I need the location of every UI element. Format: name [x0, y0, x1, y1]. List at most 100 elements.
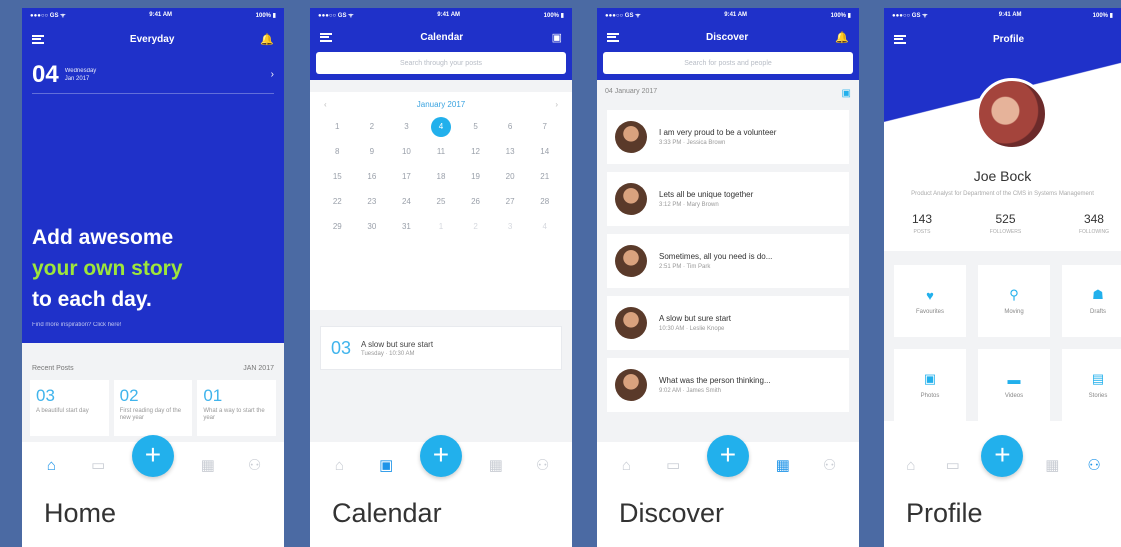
post-item[interactable]: Lets all be unique together 3:12 PM · Mar…	[607, 172, 849, 226]
calendar-icon[interactable]: ▭	[660, 456, 686, 474]
menu-icon[interactable]	[894, 34, 906, 44]
status-bar: ●●●○○ GS ᯤ 9:41 AM 100% ▮	[22, 8, 284, 22]
stat-following[interactable]: 348 FOLLOWING	[1079, 212, 1109, 235]
calendar-day[interactable]: 3	[389, 117, 424, 137]
profile-tile[interactable]: ▬ Videos	[978, 349, 1050, 421]
grid-icon[interactable]: ▦	[770, 456, 796, 474]
calendar-day[interactable]: 10	[389, 142, 424, 162]
calendar-icon[interactable]: ▣	[842, 88, 851, 99]
calendar-day[interactable]: 30	[355, 217, 390, 237]
home-icon[interactable]: ⌂	[613, 457, 639, 474]
bell-icon[interactable]: 🔔	[260, 33, 274, 46]
calendar-day[interactable]: 23	[355, 192, 390, 212]
post-card[interactable]: 03 A beautiful start day	[30, 380, 109, 436]
chevron-left-icon[interactable]: ‹	[324, 100, 327, 109]
day-label: 24	[401, 197, 411, 206]
post-item[interactable]: What was the person thinking... 9:02 AM ·…	[607, 358, 849, 412]
calendar-day[interactable]: 6	[493, 117, 528, 137]
calendar-icon[interactable]: ▣	[373, 456, 399, 474]
post-card[interactable]: 01 What a way to start the year	[197, 380, 277, 436]
grid-icon[interactable]: ▦	[195, 456, 221, 474]
stat-followers[interactable]: 525 FOLLOWERS	[990, 212, 1021, 235]
recent-posts-label: Recent Posts	[32, 365, 74, 372]
avatar[interactable]	[615, 121, 647, 153]
post-item[interactable]: A slow but sure start 10:30 AM · Leslie K…	[607, 296, 849, 350]
avatar[interactable]	[615, 307, 647, 339]
calendar-day[interactable]: 1	[424, 217, 459, 237]
calendar-day[interactable]: 29	[320, 217, 355, 237]
add-button[interactable]: +	[419, 435, 462, 477]
post-item[interactable]: Sometimes, all you need is do... 2:51 PM …	[607, 234, 849, 288]
calendar-day[interactable]: 15	[320, 167, 355, 187]
menu-icon[interactable]	[607, 32, 619, 42]
calendar-day[interactable]: 28	[527, 192, 562, 212]
add-button[interactable]: +	[706, 435, 749, 477]
search-input[interactable]: Search through your posts	[316, 52, 566, 74]
avatar[interactable]	[976, 78, 1048, 150]
calendar-icon[interactable]: ▭	[85, 456, 111, 474]
calendar-day[interactable]: 2	[355, 117, 390, 137]
user-icon[interactable]: ⚇	[817, 456, 843, 474]
add-button[interactable]: +	[981, 435, 1024, 477]
post-item[interactable]: I am very proud to be a volunteer 3:33 PM…	[607, 110, 849, 164]
calendar-day[interactable]: 14	[527, 142, 562, 162]
calendar-day[interactable]: 24	[389, 192, 424, 212]
avatar[interactable]	[615, 183, 647, 215]
inspiration-link[interactable]: Find more inspiration? Click here!	[32, 322, 121, 328]
calendar-day[interactable]: 22	[320, 192, 355, 212]
calendar-day[interactable]: 19	[458, 167, 493, 187]
post-card[interactable]: 02 First reading day of the new year	[113, 380, 193, 436]
home-icon[interactable]: ⌂	[326, 457, 352, 474]
home-icon[interactable]: ⌂	[38, 457, 64, 474]
profile-tile[interactable]: ☗ Drafts	[1062, 265, 1121, 337]
calendar-day[interactable]: 16	[355, 167, 390, 187]
user-icon[interactable]: ⚇	[242, 456, 268, 474]
grid-icon[interactable]: ▦	[1039, 456, 1065, 474]
calendar-day[interactable]: 25	[424, 192, 459, 212]
calendar-day[interactable]: 1	[320, 117, 355, 137]
calendar-day[interactable]: 2	[458, 217, 493, 237]
profile-tile[interactable]: ▣ Photos	[894, 349, 966, 421]
calendar-day[interactable]: 8	[320, 142, 355, 162]
stat-posts[interactable]: 143 POSTS	[912, 212, 932, 235]
calendar-day[interactable]: 21	[527, 167, 562, 187]
grid-icon[interactable]: ▦	[483, 456, 509, 474]
calendar-day[interactable]: 3	[493, 217, 528, 237]
profile-tile[interactable]: ▤ Stories	[1062, 349, 1121, 421]
search-input[interactable]: Search for posts and people	[603, 52, 853, 74]
calendar-day[interactable]: 18	[424, 167, 459, 187]
home-icon[interactable]: ⌂	[898, 457, 924, 474]
calendar-day[interactable]: 12	[458, 142, 493, 162]
calendar-icon[interactable]: ▭	[940, 456, 966, 474]
menu-icon[interactable]	[32, 34, 44, 44]
bell-icon[interactable]: 🔔	[835, 31, 849, 44]
calendar-day[interactable]: 13	[493, 142, 528, 162]
calendar-day[interactable]: 26	[458, 192, 493, 212]
calendar-day[interactable]: 5	[458, 117, 493, 137]
calendar-day[interactable]: 31	[389, 217, 424, 237]
profile-tile[interactable]: ♥ Favourites	[894, 265, 966, 337]
calendar-day[interactable]: 11	[424, 142, 459, 162]
user-icon[interactable]: ⚇	[1081, 456, 1107, 474]
avatar[interactable]	[615, 369, 647, 401]
calendar-day[interactable]: 4	[424, 117, 459, 137]
calendar-day[interactable]: 27	[493, 192, 528, 212]
date-selector[interactable]: 04 Wednesday Jan 2017 ›	[32, 56, 274, 94]
calendar-day[interactable]: 9	[355, 142, 390, 162]
chevron-right-icon[interactable]: ›	[555, 100, 558, 109]
user-icon[interactable]: ⚇	[530, 456, 556, 474]
calendar-icon[interactable]: ▣	[552, 31, 562, 44]
calendar-day[interactable]: 20	[493, 167, 528, 187]
calendar-day[interactable]: 7	[527, 117, 562, 137]
add-button[interactable]: +	[131, 435, 174, 477]
day-label: 12	[471, 147, 481, 156]
profile-tile[interactable]: ⚲ Moving	[978, 265, 1050, 337]
profile-tiles: ♥ Favourites ⚲ Moving ☗ Drafts ▣ Photos ▬ Videos ▤…	[884, 251, 1121, 421]
chevron-right-icon[interactable]: ›	[271, 69, 274, 80]
avatar[interactable]	[615, 245, 647, 277]
calendar-day[interactable]: 4	[527, 217, 562, 237]
calendar-day[interactable]: 17	[389, 167, 424, 187]
day-label: 18	[436, 172, 446, 181]
event-card[interactable]: 03 A slow but sure start Tuesday · 10:30 …	[320, 326, 562, 370]
menu-icon[interactable]	[320, 32, 332, 42]
